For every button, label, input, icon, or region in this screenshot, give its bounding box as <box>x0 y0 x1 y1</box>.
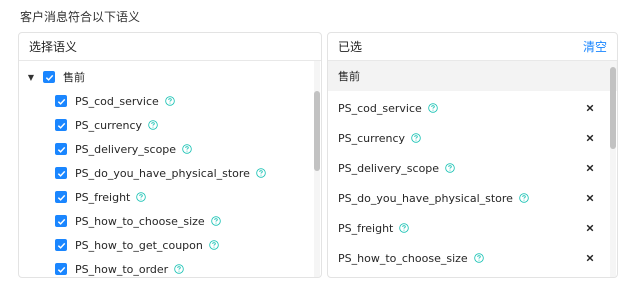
selected-item-label: PS_how_to_choose_size <box>338 251 468 265</box>
clear-all-link[interactable]: 清空 <box>583 38 607 55</box>
selected-item: PS_cod_service <box>328 93 617 123</box>
question-circle-icon[interactable] <box>399 223 410 233</box>
tree-leaf[interactable]: PS_how_to_get_coupon <box>55 235 219 255</box>
selected-item: PS_how_to_choose_size <box>328 243 617 273</box>
remove-icon[interactable] <box>585 223 595 233</box>
scrollbar[interactable] <box>610 61 616 277</box>
question-circle-icon[interactable] <box>445 163 455 173</box>
selected-item: PS_delivery_scope <box>328 153 617 183</box>
tree-leaf[interactable]: PS_how_to_order <box>55 259 184 277</box>
tree-leaf-label: PS_cod_service <box>75 94 159 108</box>
question-circle-icon[interactable] <box>165 96 175 106</box>
tree-leaf[interactable]: PS_do_you_have_physical_store <box>55 163 266 183</box>
tree-leaf[interactable]: PS_how_to_choose_size <box>55 211 221 231</box>
question-circle-icon[interactable] <box>473 253 484 263</box>
question-circle-icon[interactable] <box>174 264 184 274</box>
tree-leaf-label: PS_currency <box>75 118 143 132</box>
panel-title: 选择语义 <box>29 40 78 54</box>
leaf-checkbox[interactable] <box>55 119 67 131</box>
selected-group-header: 售前 <box>328 61 617 91</box>
panel-title: 已选 <box>338 40 363 54</box>
question-circle-icon[interactable] <box>136 192 147 202</box>
leaf-checkbox[interactable] <box>55 191 67 203</box>
tree-leaf-label: PS_freight <box>75 190 131 204</box>
tree-node-presale[interactable]: ▼ 售前 <box>27 67 85 87</box>
scrollbar[interactable] <box>314 61 320 277</box>
panel-header: 选择语义 <box>19 33 321 61</box>
leaf-checkbox[interactable] <box>55 95 67 107</box>
selected-list: 售前 PS_cod_service PS_currency PS_delivery_… <box>328 61 617 277</box>
remove-icon[interactable] <box>585 163 595 173</box>
question-circle-icon[interactable] <box>428 103 438 113</box>
scrollbar-thumb[interactable] <box>314 91 320 171</box>
selected-item: PS_currency <box>328 123 617 153</box>
tree-leaf[interactable]: PS_currency <box>55 115 158 135</box>
tree-leaf[interactable]: PS_cod_service <box>55 91 175 111</box>
group-label: 售前 <box>338 70 360 83</box>
tree-leaf-label: PS_how_to_order <box>75 262 169 276</box>
remove-icon[interactable] <box>585 103 595 113</box>
tree-leaf-label: PS_do_you_have_physical_store <box>75 166 250 180</box>
tree-leaf-label: PS_how_to_get_coupon <box>75 238 203 252</box>
selected-item-label: PS_cod_service <box>338 101 422 115</box>
question-circle-icon[interactable] <box>519 193 529 203</box>
panel-header: 已选 清空 <box>328 33 617 61</box>
leaf-checkbox[interactable] <box>55 215 67 227</box>
remove-icon[interactable] <box>585 133 595 143</box>
leaf-checkbox[interactable] <box>55 143 67 155</box>
selected-item: PS_freight <box>328 213 617 243</box>
leaf-checkbox[interactable] <box>55 239 67 251</box>
tree-leaf-label: PS_delivery_scope <box>75 142 177 156</box>
question-circle-icon[interactable] <box>210 216 221 226</box>
leaf-checkbox[interactable] <box>55 263 67 275</box>
selected-item-label: PS_do_you_have_physical_store <box>338 191 513 205</box>
semantic-tree: ▼ 售前 PS_cod_service PS_currency PS_deliver… <box>19 61 321 277</box>
question-circle-icon[interactable] <box>182 144 192 154</box>
parent-checkbox[interactable] <box>43 71 55 83</box>
leaf-checkbox[interactable] <box>55 167 67 179</box>
selected-panel: 已选 清空 售前 PS_cod_service PS_currency PS_del… <box>327 32 618 278</box>
tree-leaf[interactable]: PS_delivery_scope <box>55 139 192 159</box>
tree-leaf-label: PS_how_to_choose_size <box>75 214 205 228</box>
question-circle-icon[interactable] <box>411 133 421 143</box>
selected-item-label: PS_currency <box>338 131 406 145</box>
question-circle-icon[interactable] <box>256 168 266 178</box>
tree-leaf[interactable]: PS_freight <box>55 187 147 207</box>
remove-icon[interactable] <box>585 193 595 203</box>
selected-item-label: PS_freight <box>338 221 394 235</box>
caret-down-icon[interactable]: ▼ <box>27 73 35 82</box>
question-circle-icon[interactable] <box>148 120 158 130</box>
question-circle-icon[interactable] <box>209 240 219 250</box>
selected-item: PS_do_you_have_physical_store <box>328 183 617 213</box>
tree-node-label: 售前 <box>63 71 85 84</box>
selected-item-label: PS_delivery_scope <box>338 161 440 175</box>
semantic-select-panel: 选择语义 ▼ 售前 PS_cod_service PS_currency PS_de… <box>18 32 322 278</box>
page-heading: 客户消息符合以下语义 <box>20 10 141 24</box>
remove-icon[interactable] <box>585 253 595 263</box>
scrollbar-thumb[interactable] <box>610 67 616 149</box>
